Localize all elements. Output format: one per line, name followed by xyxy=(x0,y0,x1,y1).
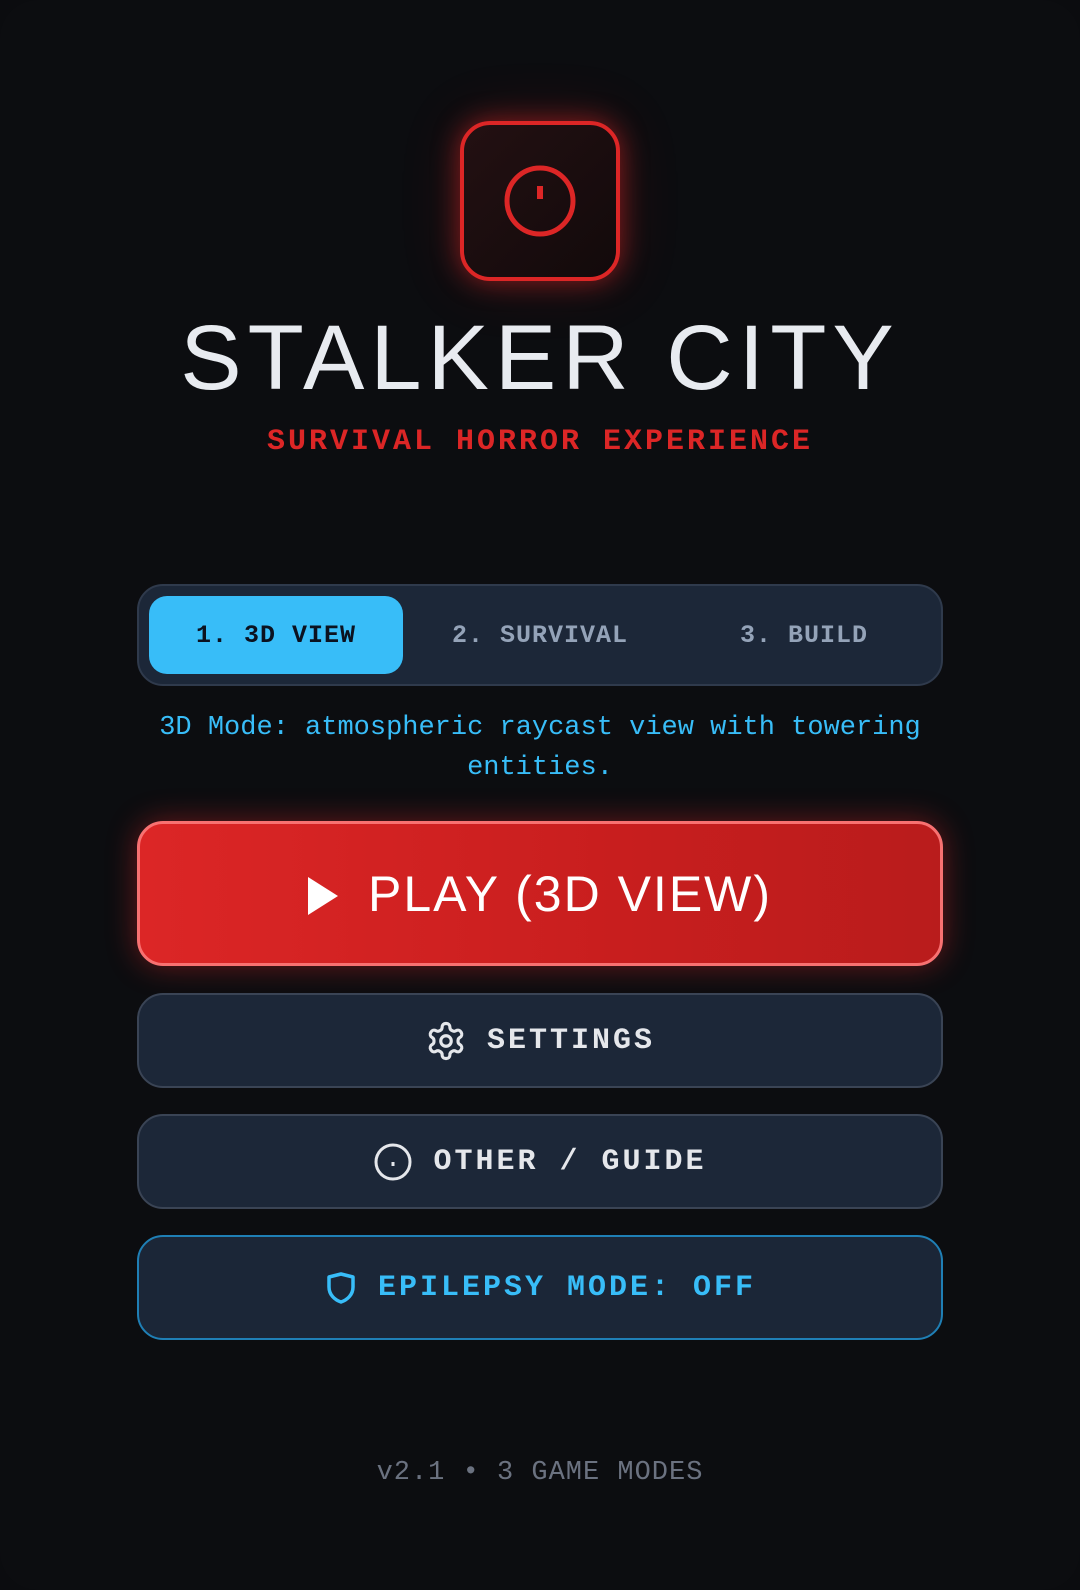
settings-button[interactable]: SETTINGS xyxy=(137,993,943,1088)
play-icon xyxy=(307,876,338,915)
version-footer: v2.1 • 3 GAME MODES xyxy=(376,1458,704,1488)
shield-icon xyxy=(324,1271,358,1305)
epilepsy-mode-label: EPILEPSY MODE: OFF xyxy=(377,1270,757,1305)
epilepsy-mode-toggle[interactable]: EPILEPSY MODE: OFF xyxy=(137,1235,943,1340)
guide-button-label: OTHER / GUIDE xyxy=(433,1144,707,1179)
gear-icon xyxy=(425,1020,467,1062)
play-button[interactable]: PLAY (3D VIEW) xyxy=(137,821,943,966)
game-subtitle: SURVIVAL HORROR EXPERIENCE xyxy=(266,425,814,459)
power-icon xyxy=(504,165,576,237)
game-logo xyxy=(460,121,620,281)
tab-survival[interactable]: 2. SURVIVAL xyxy=(413,596,667,674)
main-menu-screen: STALKER CITY SURVIVAL HORROR EXPERIENCE … xyxy=(0,0,1080,1590)
tab-3d-view[interactable]: 1. 3D VIEW xyxy=(149,596,403,674)
play-button-label: PLAY (3D VIEW) xyxy=(367,865,773,922)
info-icon xyxy=(373,1142,413,1182)
mode-tabs: 1. 3D VIEW 2. SURVIVAL 3. BUILD xyxy=(137,584,943,686)
guide-button[interactable]: OTHER / GUIDE xyxy=(137,1114,943,1209)
game-title: STALKER CITY xyxy=(180,307,900,409)
mode-description: 3D Mode: atmospheric raycast view with t… xyxy=(159,713,921,783)
tab-build[interactable]: 3. BUILD xyxy=(677,596,931,674)
settings-button-label: SETTINGS xyxy=(486,1023,656,1058)
